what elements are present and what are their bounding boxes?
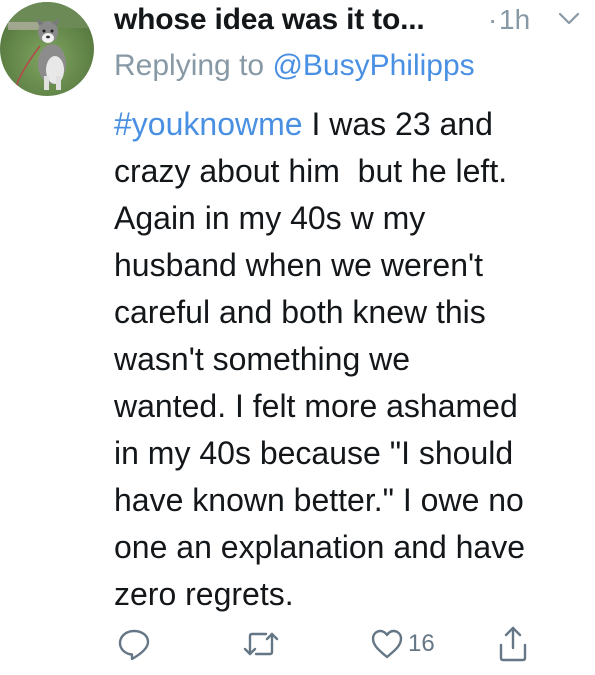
reply-icon [118, 629, 150, 661]
tweet-text-line: careful and both knew this [114, 294, 486, 330]
tweet-header: whose idea was it to... · 1h [114, 0, 584, 40]
share-button[interactable] [496, 622, 530, 666]
separator-dot: · [488, 4, 498, 35]
tweet-text-line: Again in my 40s w my [114, 200, 426, 236]
tweet-text-line: crazy about him but he left. [114, 153, 508, 189]
tweet-text-line: husband when we weren't [114, 247, 484, 283]
tweet-text: #youknowme I was 23 and crazy about him … [114, 101, 584, 618]
tweet-actions: 16 [114, 622, 584, 666]
tweet-text-line: have known better." I owe no [114, 482, 524, 518]
tweet-text-line: one an explanation and have [114, 529, 526, 565]
reply-prefix: Replying to [114, 49, 273, 82]
tweet[interactable]: whose idea was it to... · 1h Replying to… [0, 0, 595, 675]
reply-handle-link[interactable]: @BusyPhilipps [272, 49, 474, 82]
chevron-down-icon[interactable] [558, 10, 580, 26]
retweet-button[interactable] [242, 622, 280, 666]
tweet-text-line: #youknowme I was 23 and [114, 101, 584, 148]
tweet-text-line: wasn't something we [114, 341, 411, 377]
avatar-image [0, 2, 94, 96]
timestamp[interactable]: 1h [499, 0, 530, 40]
tweet-text-segment: I was 23 and [302, 106, 493, 142]
display-name[interactable]: whose idea was it to... [114, 0, 425, 40]
tweet-content: whose idea was it to... · 1h Replying to… [114, 0, 584, 612]
avatar[interactable] [0, 2, 94, 96]
retweet-icon [243, 632, 279, 656]
replying-to: Replying to @BusyPhilipps [114, 46, 475, 86]
like-count: 16 [408, 630, 435, 657]
reply-button[interactable] [116, 622, 152, 666]
hashtag-link[interactable]: #youknowme [114, 106, 303, 142]
tweet-text-line: in my 40s because "I should [114, 435, 514, 471]
heart-icon [371, 629, 403, 659]
share-icon [499, 626, 527, 662]
like-button[interactable]: 16 [370, 622, 435, 666]
tweet-text-line: wanted. I felt more ashamed [114, 388, 518, 424]
tweet-text-line: zero regrets. [114, 576, 294, 612]
